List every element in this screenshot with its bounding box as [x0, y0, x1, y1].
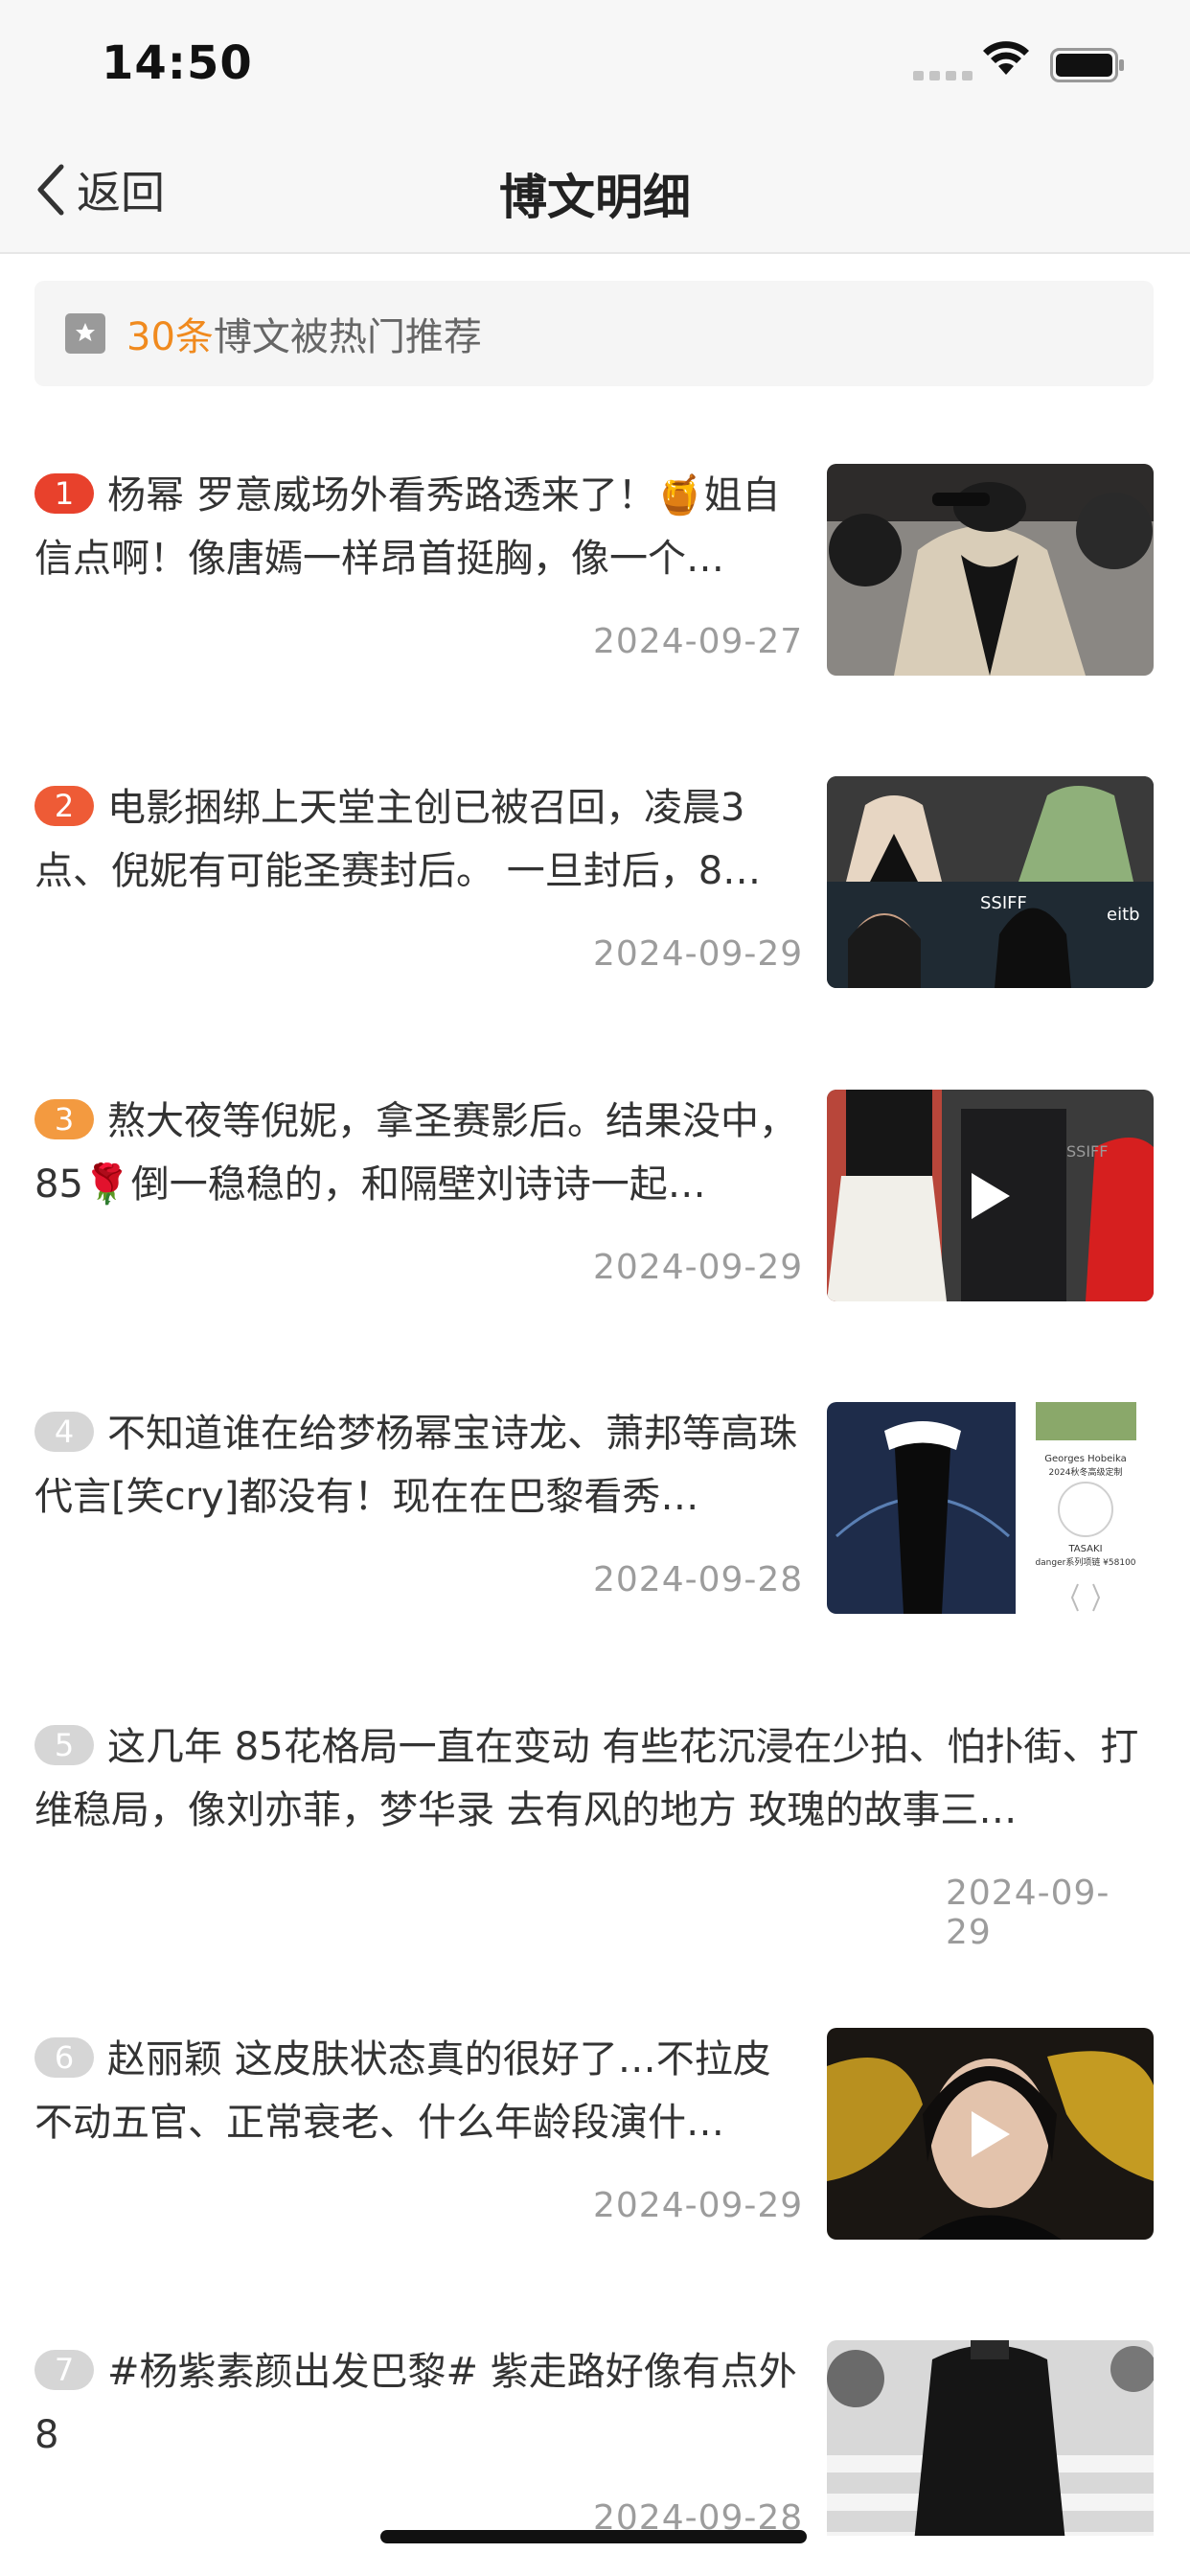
post-item[interactable]: 6 赵丽颖 这皮肤状态真的很好了…不拉皮不动五官、正常衰老、什么年龄段演什… 20…: [34, 2028, 1154, 2240]
post-text-block: 7 #杨紫素颜出发巴黎# 紫走路好像有点外8: [34, 2340, 801, 2467]
hot-recommend-banner: 30条 博文被热门推荐: [34, 281, 1154, 386]
post-text: 这几年 85花格局一直在变动 有些花沉浸在少拍、怕扑街、打维稳局，像刘亦菲，梦华…: [34, 1725, 1139, 1832]
page-title: 博文明细: [499, 170, 691, 225]
post-text-block: 5 这几年 85花格局一直在变动 有些花沉浸在少拍、怕扑街、打维稳局，像刘亦菲，梦…: [34, 1715, 1154, 1842]
cellular-signal-icon: [913, 71, 973, 80]
post-item[interactable]: 5 这几年 85花格局一直在变动 有些花沉浸在少拍、怕扑街、打维稳局，像刘亦菲，梦…: [34, 1715, 1154, 1952]
star-bookmark-icon: [65, 313, 105, 354]
post-text: #杨紫素颜出发巴黎# 紫走路好像有点外8: [34, 2350, 797, 2457]
svg-text:SSIFF: SSIFF: [980, 893, 1027, 913]
post-date: 2024-09-28: [593, 1560, 804, 1599]
post-text: 熬大夜等倪妮，拿圣赛影后。结果没中，85🌹倒一稳稳的，和隔壁刘诗诗一起…: [34, 1099, 797, 1207]
rank-badge: 5: [34, 1725, 94, 1765]
play-icon[interactable]: [968, 2107, 1014, 2161]
post-thumbnail: Georges Hobeika 2024秋冬高级定制 TASAKI danger…: [827, 1402, 1154, 1614]
post-date: 2024-09-29: [593, 934, 804, 974]
post-text: 杨幂 罗意威场外看秀路透来了！🍯姐自信点啊！像唐嫣一样昂首挺胸，像一个…: [34, 473, 781, 581]
post-item[interactable]: 1 杨幂 罗意威场外看秀路透来了！🍯姐自信点啊！像唐嫣一样昂首挺胸，像一个… 20…: [34, 464, 1154, 676]
home-indicator: [380, 2530, 807, 2543]
post-text: 赵丽颖 这皮肤状态真的很好了…不拉皮不动五官、正常衰老、什么年龄段演什…: [34, 2037, 771, 2145]
post-text-block: 3 熬大夜等倪妮，拿圣赛影后。结果没中，85🌹倒一稳稳的，和隔壁刘诗诗一起…: [34, 1090, 801, 1216]
rank-badge: 6: [34, 2037, 94, 2078]
svg-text:eitb: eitb: [1107, 905, 1140, 925]
rank-badge: 2: [34, 786, 94, 826]
svg-text:TASAKI: TASAKI: [1067, 1544, 1102, 1554]
svg-text:SSIFF: SSIFF: [1066, 1142, 1108, 1161]
post-date: 2024-09-29: [593, 2186, 804, 2225]
wifi-icon: [983, 41, 1029, 75]
post-date: 2024-09-29: [593, 1248, 804, 1287]
svg-text:2024秋冬高级定制: 2024秋冬高级定制: [1049, 1466, 1123, 1478]
post-thumbnail: [827, 2340, 1154, 2536]
post-thumbnail: SSIFF eitb: [827, 776, 1154, 988]
status-time: 14:50: [102, 36, 253, 90]
play-icon[interactable]: [968, 1169, 1014, 1223]
rank-badge: 1: [34, 473, 94, 514]
post-text-block: 2 电影捆绑上天堂主创已被召回，凌晨3点、倪妮有可能圣赛封后。 一旦封后，8…: [34, 776, 801, 903]
post-text: 不知道谁在给梦杨幂宝诗龙、萧邦等高珠代言[笑cry]都没有！现在在巴黎看秀…: [34, 1412, 797, 1519]
video-thumbnail[interactable]: SSIFF: [827, 1090, 1154, 1301]
rank-badge: 7: [34, 2350, 94, 2390]
rank-badge: 3: [34, 1099, 94, 1139]
post-item[interactable]: 3 熬大夜等倪妮，拿圣赛影后。结果没中，85🌹倒一稳稳的，和隔壁刘诗诗一起… 20…: [34, 1090, 1154, 1301]
post-date: 2024-09-29: [946, 1874, 1110, 1952]
nav-bar: 返回 博文明细: [0, 144, 1190, 254]
post-text-block: 4 不知道谁在给梦杨幂宝诗龙、萧邦等高珠代言[笑cry]都没有！现在在巴黎看秀…: [34, 1402, 801, 1529]
post-item[interactable]: 7 #杨紫素颜出发巴黎# 紫走路好像有点外8 2024-09-28: [34, 2340, 1154, 2552]
rank-badge: 4: [34, 1412, 94, 1452]
post-date: 2024-09-27: [593, 622, 804, 661]
recommend-count: 30条: [126, 315, 214, 359]
post-text-block: 1 杨幂 罗意威场外看秀路透来了！🍯姐自信点啊！像唐嫣一样昂首挺胸，像一个…: [34, 464, 801, 590]
svg-text:Georges Hobeika: Georges Hobeika: [1044, 1454, 1127, 1464]
svg-text:danger系列项链 ¥58100: danger系列项链 ¥58100: [1035, 1556, 1135, 1568]
video-thumbnail[interactable]: [827, 2028, 1154, 2240]
battery-icon: [1050, 48, 1124, 82]
recommend-text: 博文被热门推荐: [213, 315, 482, 359]
post-item[interactable]: 4 不知道谁在给梦杨幂宝诗龙、萧邦等高珠代言[笑cry]都没有！现在在巴黎看秀… …: [34, 1402, 1154, 1614]
post-text-block: 6 赵丽颖 这皮肤状态真的很好了…不拉皮不动五官、正常衰老、什么年龄段演什…: [34, 2028, 801, 2154]
post-text: 电影捆绑上天堂主创已被召回，凌晨3点、倪妮有可能圣赛封后。 一旦封后，8…: [34, 786, 762, 893]
post-thumbnail: [827, 464, 1154, 676]
status-bar: 14:50: [0, 0, 1190, 144]
post-item[interactable]: 2 电影捆绑上天堂主创已被召回，凌晨3点、倪妮有可能圣赛封后。 一旦封后，8… 2…: [34, 776, 1154, 988]
